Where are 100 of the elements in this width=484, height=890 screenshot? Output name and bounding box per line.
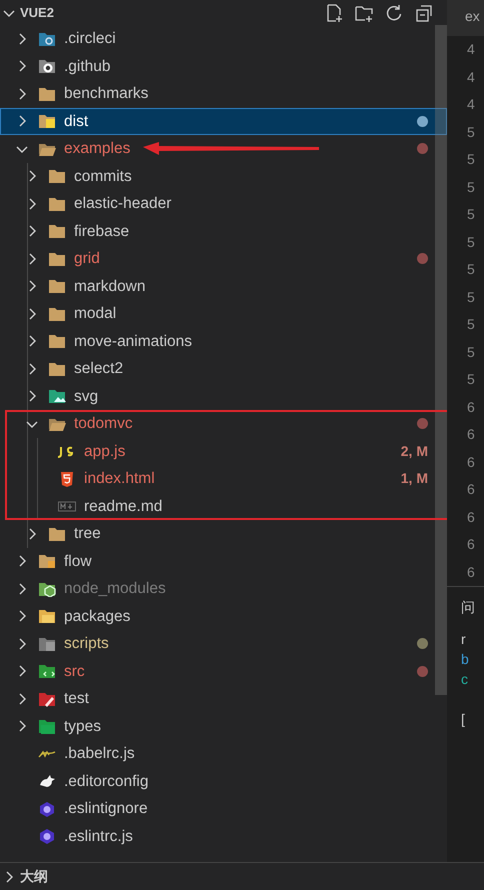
folder-item[interactable]: dist bbox=[0, 108, 447, 135]
folder-icon bbox=[48, 333, 66, 350]
file-name: .github bbox=[64, 56, 111, 77]
panel-tab[interactable]: 问 bbox=[461, 597, 484, 617]
terminal-text: c bbox=[461, 670, 469, 689]
line-number: 6 bbox=[467, 480, 476, 499]
line-number: 5 bbox=[467, 342, 476, 362]
file-name: tree bbox=[74, 524, 101, 544]
line-number: 6 bbox=[467, 452, 476, 472]
scrollbar[interactable] bbox=[435, 25, 447, 695]
file-name: node_modules bbox=[64, 579, 166, 600]
file-name: markdown bbox=[74, 276, 146, 297]
folder-item[interactable]: benchmarks bbox=[0, 80, 447, 108]
folder-item[interactable]: .circleci bbox=[0, 25, 447, 52]
file-name: scripts bbox=[64, 634, 109, 654]
section-title[interactable]: 大纲 bbox=[20, 866, 48, 887]
folder-item[interactable]: markdown bbox=[0, 272, 447, 300]
folder-icon bbox=[48, 388, 66, 404]
file-item[interactable]: .editorconfig bbox=[0, 768, 447, 795]
folder-item[interactable]: modal bbox=[0, 300, 447, 328]
line-number: 6 bbox=[467, 535, 476, 554]
line-number: 5 bbox=[467, 150, 476, 169]
folder-icon bbox=[48, 306, 66, 322]
file-item[interactable]: .babelrc.js bbox=[0, 740, 447, 768]
folder-item[interactable]: types bbox=[0, 712, 447, 740]
folder-icon bbox=[38, 690, 56, 707]
line-number: 6 bbox=[467, 398, 476, 416]
file-name: index.html bbox=[84, 469, 155, 490]
editor-tab[interactable]: ex bbox=[447, 0, 484, 36]
file-name: todomvc bbox=[74, 414, 133, 434]
folder-item[interactable]: node_modules bbox=[0, 575, 447, 602]
file-name: packages bbox=[64, 606, 130, 627]
line-number: 5 bbox=[467, 232, 476, 252]
terminal-text: [ bbox=[461, 710, 466, 729]
folder-icon bbox=[48, 168, 66, 184]
file-name: readme.md bbox=[84, 496, 162, 517]
file-name: select2 bbox=[74, 359, 124, 380]
file-name: .eslintrc.js bbox=[64, 826, 133, 847]
folder-icon bbox=[38, 30, 56, 47]
file-name: examples bbox=[64, 139, 130, 160]
folder-item[interactable]: commits bbox=[0, 162, 447, 190]
folder-item[interactable]: elastic-header bbox=[0, 190, 447, 218]
folder-icon bbox=[48, 223, 66, 240]
line-number: 4 bbox=[467, 68, 476, 86]
line-number: 6 bbox=[467, 508, 476, 526]
file-name: dist bbox=[64, 112, 88, 132]
file-item[interactable]: readme.md bbox=[0, 492, 447, 520]
folder-item[interactable]: select2 bbox=[0, 355, 447, 382]
file-name: .eslintignore bbox=[64, 799, 148, 820]
file-name: svg bbox=[74, 386, 98, 407]
folder-icon bbox=[38, 553, 56, 570]
folder-icon bbox=[38, 113, 56, 130]
file-name: commits bbox=[74, 166, 132, 187]
folder-item[interactable]: packages bbox=[0, 602, 447, 630]
folder-icon bbox=[38, 718, 56, 734]
file-name: .editorconfig bbox=[64, 772, 148, 792]
folder-item[interactable]: src bbox=[0, 658, 447, 685]
folder-item[interactable]: scripts bbox=[0, 630, 447, 658]
file-name: firebase bbox=[74, 222, 130, 242]
folder-icon bbox=[38, 58, 56, 74]
file-item[interactable]: .eslintrc.js bbox=[0, 822, 447, 850]
folder-item[interactable]: grid bbox=[0, 245, 447, 272]
folder-item[interactable]: svg bbox=[0, 382, 447, 410]
terminal-text: r bbox=[461, 630, 467, 649]
hexagon-icon bbox=[38, 828, 56, 844]
collapse-all-icon[interactable] bbox=[414, 2, 434, 22]
folder-item[interactable]: tree bbox=[0, 520, 447, 548]
file-name: elastic-header bbox=[74, 194, 172, 214]
line-number: 5 bbox=[467, 370, 476, 389]
folder-item[interactable]: examples bbox=[0, 135, 447, 162]
file-name: src bbox=[64, 662, 85, 682]
line-number: 5 bbox=[467, 288, 476, 306]
folder-icon bbox=[38, 663, 56, 680]
folder-icon bbox=[48, 360, 66, 377]
file-name: app.js bbox=[84, 442, 126, 462]
folder-item[interactable]: firebase bbox=[0, 218, 447, 245]
folder-icon bbox=[48, 278, 66, 294]
git-status-text: 1, M bbox=[400, 469, 428, 488]
file-name: .circleci bbox=[64, 29, 116, 50]
line-number: 5 bbox=[467, 122, 476, 142]
file-item[interactable]: index.html 1, M bbox=[0, 465, 447, 492]
file-item[interactable]: .eslintignore bbox=[0, 795, 447, 822]
folder-icon bbox=[38, 580, 56, 597]
file-item[interactable]: app.js 2, M bbox=[0, 438, 447, 465]
folder-item[interactable]: .github bbox=[0, 52, 447, 80]
folder-icon bbox=[38, 636, 56, 652]
hexagon-icon bbox=[38, 800, 56, 817]
folder-item[interactable]: test bbox=[0, 685, 447, 712]
folder-icon bbox=[48, 526, 66, 542]
folder-item[interactable]: move-animations bbox=[0, 328, 447, 355]
file-name: benchmarks bbox=[64, 84, 148, 104]
git-status-text: 2, M bbox=[400, 442, 428, 461]
file-name: modal bbox=[74, 304, 116, 324]
folder-item[interactable]: todomvc bbox=[0, 410, 447, 438]
line-number: 5 bbox=[467, 178, 476, 196]
file-name: types bbox=[64, 716, 102, 737]
folder-item[interactable]: flow bbox=[0, 548, 447, 575]
line-number: 4 bbox=[467, 40, 476, 59]
file-name: .babelrc.js bbox=[64, 744, 135, 764]
refresh-icon[interactable] bbox=[384, 2, 404, 22]
